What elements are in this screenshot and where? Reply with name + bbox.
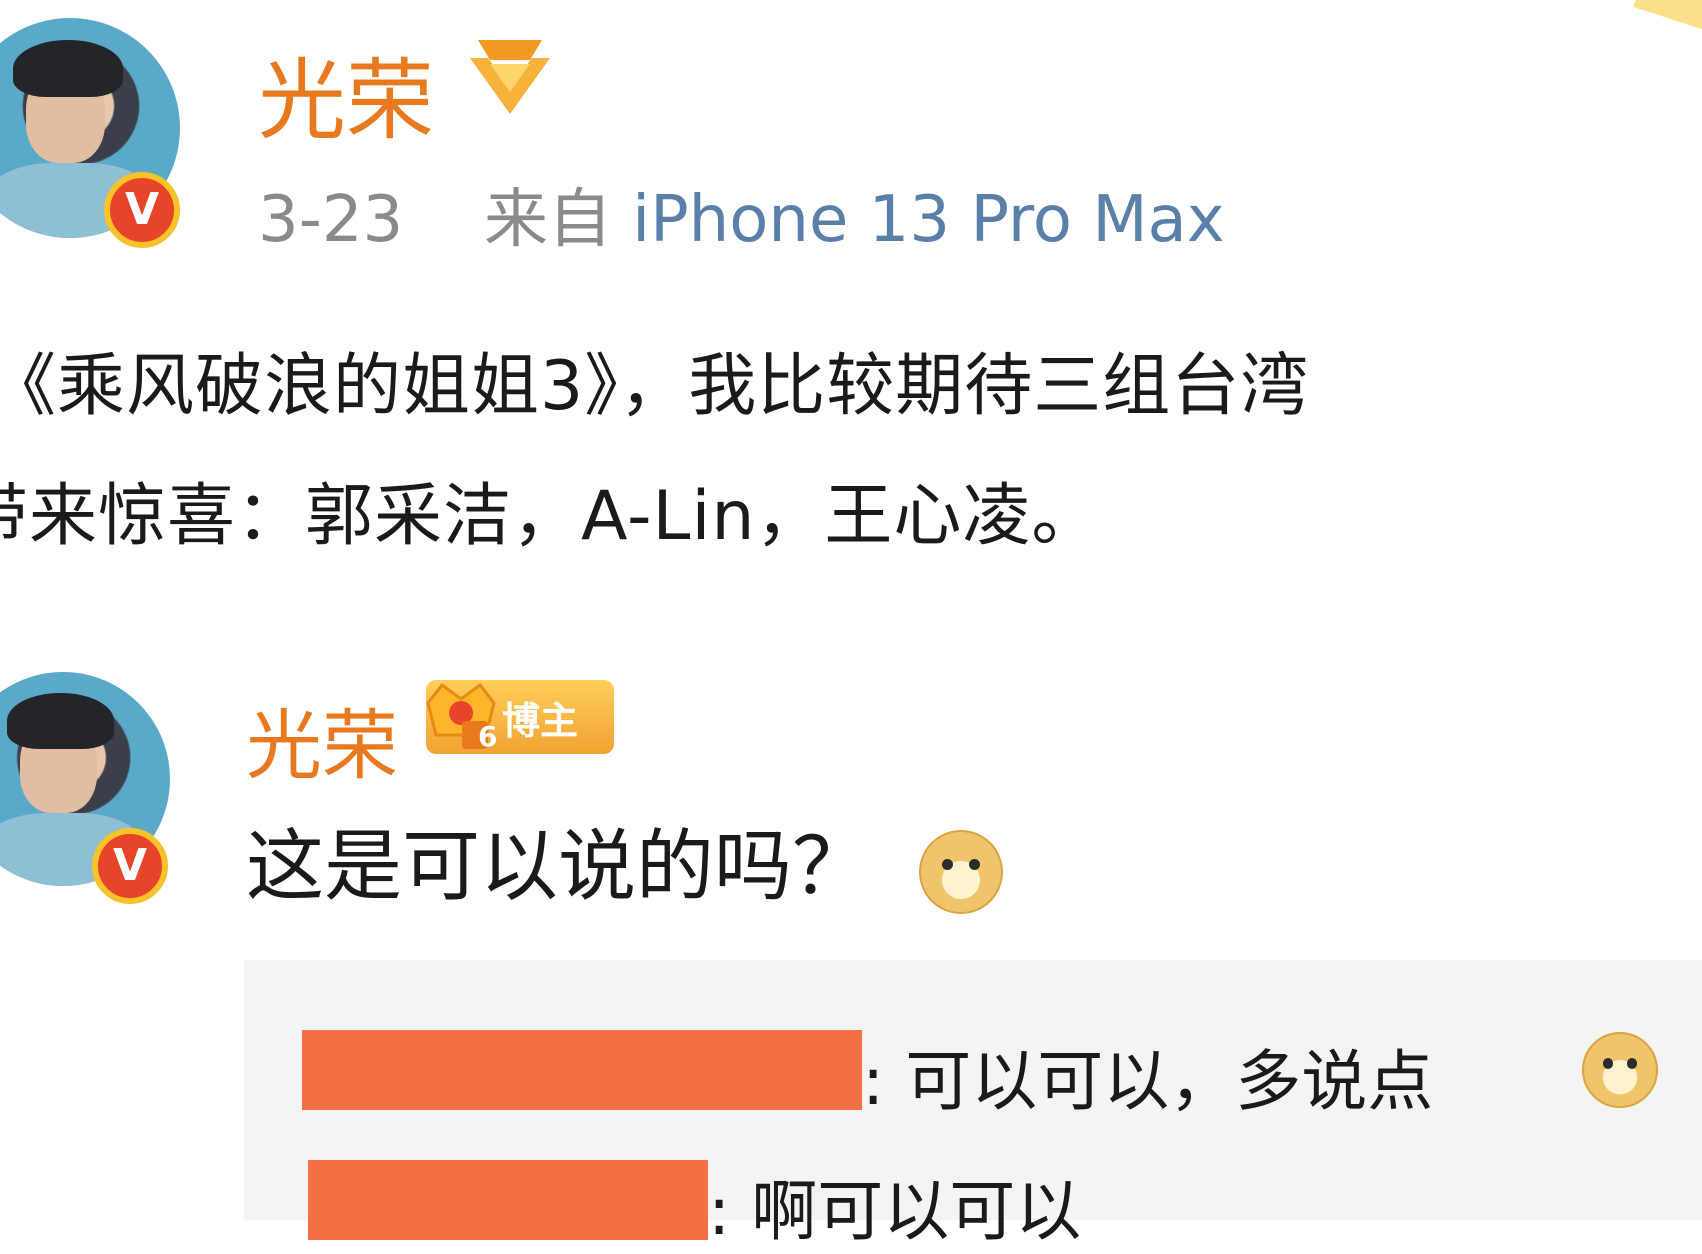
redacted-username <box>302 1030 862 1110</box>
blogger-badge: 6 博主 <box>426 680 614 754</box>
post-device-link[interactable]: iPhone 13 Pro Max <box>632 183 1224 257</box>
comment-author-name[interactable]: 光荣 <box>246 684 398 794</box>
avatar-hair <box>7 693 115 750</box>
doge-emoji-icon <box>918 829 1003 914</box>
badge-level: 6 <box>478 720 498 753</box>
post-body-line-2: 带来惊喜：郭采洁，A-Lin，王心凌。 <box>0 477 1101 556</box>
corner-decoration <box>1633 0 1702 32</box>
verified-v-icon: V <box>92 828 168 904</box>
comment-text-row: 这是可以说的吗？ <box>246 804 1003 916</box>
reply-text: : 可以可以，多说点 <box>862 1043 1434 1120</box>
post-meta: 3-23 来自 iPhone 13 Pro Max <box>258 168 1225 260</box>
post-date: 3-23 <box>258 183 404 257</box>
doge-emoji-icon <box>1582 1032 1658 1108</box>
medal-badge-icon <box>470 40 550 114</box>
post-body-line-1: 《乘风破浪的姐姐3》，我比较期待三组台湾 <box>0 347 1310 426</box>
badge-label: 博主 <box>502 698 579 743</box>
verified-v-icon: V <box>104 172 180 248</box>
post-source-prefix: 来自 <box>483 183 612 257</box>
redacted-username <box>308 1160 708 1240</box>
comment-text: 这是可以说的吗？ <box>246 822 871 912</box>
post-author-name[interactable]: 光荣 <box>258 30 434 157</box>
avatar-hair <box>12 40 123 98</box>
reply-box[interactable]: : 可以可以，多说点 : 啊可以可以 <box>244 960 1702 1250</box>
reply-text: : 啊可以可以 <box>708 1173 1082 1250</box>
